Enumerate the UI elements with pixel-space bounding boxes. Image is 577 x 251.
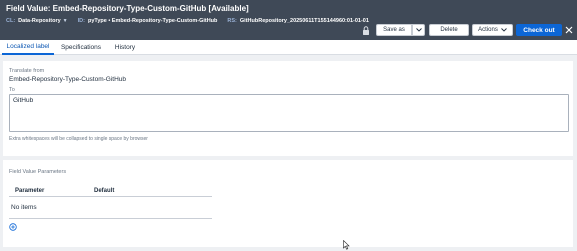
meta-row: CL: Data-Repository ▼ ID: pyType • Embed… xyxy=(6,16,369,26)
id-value: pyType • Embed-Repository-Type-Custom-Gi… xyxy=(87,18,218,24)
save-as-button[interactable]: Save as xyxy=(376,24,412,36)
parameters-section-label: Field Value Parameters xyxy=(9,169,67,175)
page-title: Field Value: Embed-Repository-Type-Custo… xyxy=(6,4,249,13)
lock-icon xyxy=(363,26,369,35)
column-header-default: Default xyxy=(94,187,115,194)
tab-specifications[interactable]: Specifications xyxy=(58,40,104,55)
translate-from-value: Embed-Repository-Type-Custom-GitHub xyxy=(9,76,127,83)
header-bar: Field Value: Embed-Repository-Type-Custo… xyxy=(0,0,577,40)
actions-label: Actions xyxy=(478,27,498,33)
mouse-cursor-icon xyxy=(343,240,350,250)
class-value-link[interactable]: Data-Repository xyxy=(18,18,60,24)
localized-label-panel: Translate from Embed-Repository-Type-Cus… xyxy=(3,61,573,156)
ruleset-value: GitHubRepository_20250611T155144960:01-0… xyxy=(239,18,369,24)
tab-bar: Localized label Specifications History xyxy=(0,40,577,55)
to-label: To xyxy=(9,87,15,93)
tab-localized-label[interactable]: Localized label xyxy=(2,40,54,55)
whitespace-hint: Extra whitespaces will be collapsed to s… xyxy=(9,136,148,142)
close-icon[interactable] xyxy=(565,26,573,34)
add-circle-icon[interactable] xyxy=(9,223,17,231)
translate-from-label: Translate from xyxy=(9,68,45,74)
save-as-menu-button[interactable] xyxy=(412,24,425,36)
no-items-text: No items xyxy=(11,204,37,211)
chevron-down-icon[interactable]: ▼ xyxy=(63,18,68,24)
empty-row: No items xyxy=(9,197,212,219)
chevron-down-icon xyxy=(415,28,422,32)
parameters-table: Parameter Default No items xyxy=(9,185,212,219)
table-header: Parameter Default xyxy=(9,185,212,197)
delete-button[interactable]: Delete xyxy=(429,24,469,36)
check-out-button[interactable]: Check out xyxy=(516,24,562,36)
parameters-panel: Field Value Parameters Parameter Default… xyxy=(3,160,573,247)
class-key: CL: xyxy=(6,18,16,24)
id-key: ID: xyxy=(77,18,85,24)
actions-button[interactable]: Actions xyxy=(472,24,513,36)
ruleset-key: RS: xyxy=(227,18,237,24)
column-header-parameter: Parameter xyxy=(15,187,45,194)
to-textarea[interactable]: GitHub xyxy=(9,94,569,132)
chevron-down-icon xyxy=(501,28,507,32)
tab-history[interactable]: History xyxy=(108,40,142,55)
